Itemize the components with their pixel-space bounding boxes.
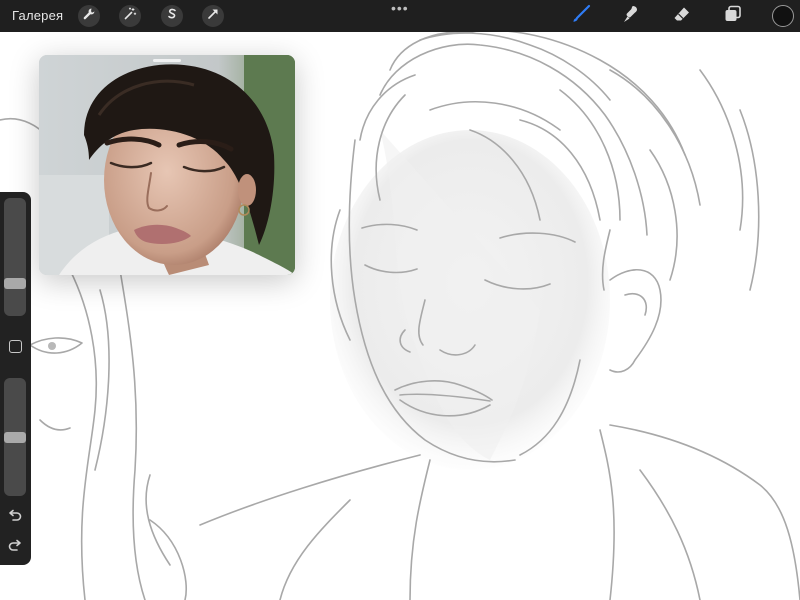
redo-icon[interactable] <box>7 538 23 554</box>
gallery-button[interactable]: Галерея <box>12 8 63 23</box>
color-picker-button[interactable] <box>772 5 794 27</box>
transform-button[interactable] <box>202 5 224 27</box>
brush-size-thumb[interactable] <box>4 278 26 289</box>
reference-window[interactable] <box>39 55 295 275</box>
undo-icon[interactable] <box>7 508 23 524</box>
smudge-icon <box>620 3 642 30</box>
top-toolbar: Галерея ••• <box>0 0 800 32</box>
actions-button[interactable] <box>78 5 100 27</box>
smudge-tool-button[interactable] <box>619 4 643 28</box>
brush-icon <box>570 3 592 30</box>
opacity-slider[interactable] <box>4 378 26 496</box>
eraser-icon <box>671 3 693 30</box>
drawing-canvas[interactable] <box>0 32 800 600</box>
arrow-transform-icon <box>206 7 220 26</box>
layers-button[interactable] <box>721 4 745 28</box>
reference-photo <box>39 55 295 275</box>
magic-wand-icon <box>123 7 137 26</box>
selection-s-icon <box>165 7 179 26</box>
opacity-thumb[interactable] <box>4 432 26 443</box>
more-options-button[interactable]: ••• <box>391 1 409 15</box>
left-sidebar <box>0 192 31 565</box>
layers-icon <box>722 3 744 30</box>
adjustments-button[interactable] <box>119 5 141 27</box>
wrench-icon <box>82 7 96 26</box>
brush-tool-button[interactable] <box>569 4 593 28</box>
eraser-tool-button[interactable] <box>670 4 694 28</box>
brush-size-slider[interactable] <box>4 198 26 316</box>
reference-drag-handle[interactable] <box>153 59 181 62</box>
modify-square-icon[interactable] <box>9 340 22 353</box>
selection-button[interactable] <box>161 5 183 27</box>
